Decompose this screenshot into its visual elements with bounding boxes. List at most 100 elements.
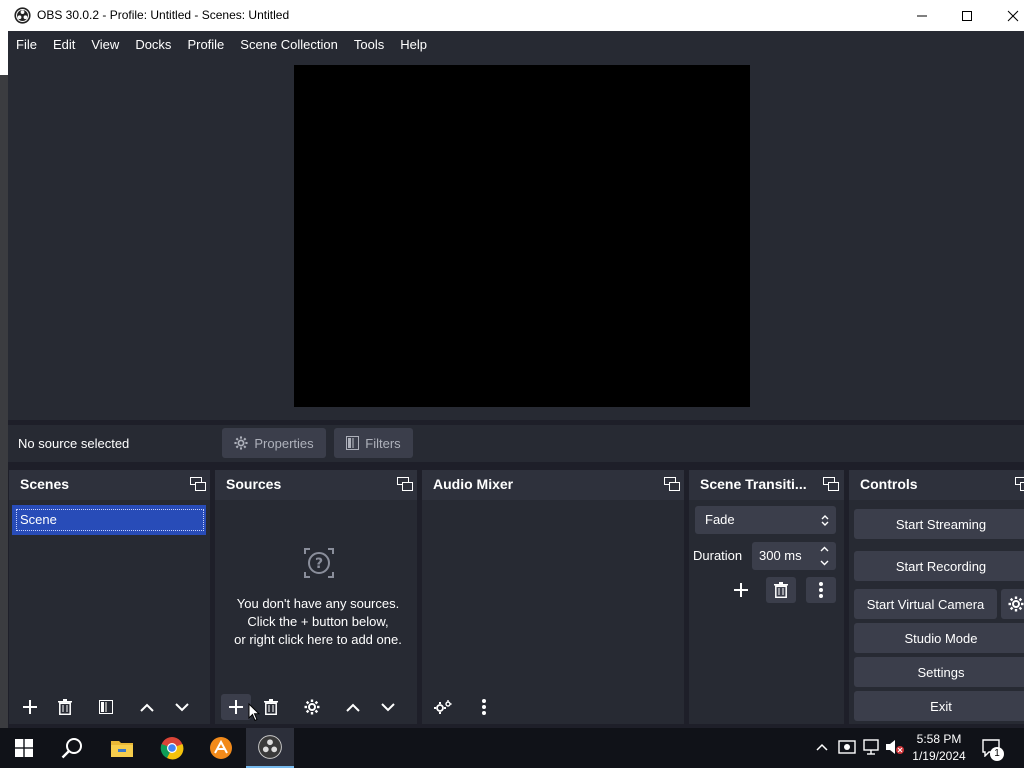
gears-icon bbox=[434, 700, 452, 714]
preview-canvas[interactable] bbox=[294, 65, 750, 407]
undock-icon[interactable] bbox=[397, 477, 413, 491]
minimize-button[interactable] bbox=[899, 0, 945, 31]
system-clock[interactable]: 5:58 PM 1/19/2024 bbox=[908, 731, 970, 765]
add-source-button[interactable] bbox=[221, 694, 251, 720]
remove-transition-button[interactable] bbox=[766, 577, 796, 603]
spin-arrows-icon[interactable] bbox=[820, 545, 829, 567]
duration-spinbox[interactable]: 300 ms bbox=[752, 542, 836, 570]
trash-icon bbox=[58, 699, 72, 715]
menu-profile[interactable]: Profile bbox=[179, 37, 232, 52]
scene-filters-button[interactable] bbox=[91, 694, 121, 720]
taskbar-vlc-app[interactable] bbox=[197, 728, 245, 768]
svg-text:?: ? bbox=[315, 556, 323, 572]
chrome-icon bbox=[160, 737, 184, 760]
scene-list-item[interactable]: Scene bbox=[12, 505, 206, 535]
security-icon[interactable] bbox=[838, 738, 856, 756]
empty-line-3: or right click here to add one. bbox=[234, 632, 402, 647]
add-scene-button[interactable] bbox=[15, 694, 45, 720]
properties-label: Properties bbox=[254, 435, 314, 451]
gear-icon bbox=[304, 699, 320, 715]
chevron-up-icon[interactable] bbox=[816, 740, 828, 756]
menu-help[interactable]: Help bbox=[392, 37, 435, 52]
transition-select[interactable]: Fade bbox=[695, 506, 836, 534]
trash-icon bbox=[264, 699, 278, 715]
close-icon bbox=[1007, 10, 1019, 21]
menu-edit[interactable]: Edit bbox=[45, 37, 83, 52]
settings-button[interactable]: Settings bbox=[854, 657, 1024, 687]
audio-mixer-dock-title: Audio Mixer bbox=[433, 476, 514, 492]
menu-bar: File Edit View Docks Profile Scene Colle… bbox=[8, 31, 1024, 57]
chevron-down-icon bbox=[175, 702, 189, 711]
source-properties-button[interactable] bbox=[297, 694, 327, 720]
start-recording-button[interactable]: Start Recording bbox=[854, 551, 1024, 581]
start-button[interactable] bbox=[0, 728, 48, 768]
add-transition-button[interactable] bbox=[726, 577, 756, 603]
properties-button[interactable]: Properties bbox=[222, 428, 326, 458]
start-streaming-button[interactable]: Start Streaming bbox=[854, 509, 1024, 539]
advanced-audio-properties-button[interactable] bbox=[428, 694, 458, 720]
move-source-up-button[interactable] bbox=[338, 694, 368, 720]
scenes-dock-title: Scenes bbox=[20, 476, 70, 492]
move-source-down-button[interactable] bbox=[373, 694, 403, 720]
audio-mixer-dock: Audio Mixer bbox=[422, 470, 684, 724]
unknown-source-icon: ? bbox=[304, 548, 334, 578]
menu-file[interactable]: File bbox=[8, 37, 45, 52]
menu-view[interactable]: View bbox=[83, 37, 127, 52]
selected-source-label: No source selected bbox=[18, 436, 130, 451]
gear-icon bbox=[234, 436, 248, 450]
start-virtual-camera-button[interactable]: Start Virtual Camera bbox=[854, 589, 997, 619]
virtual-camera-label: Start Virtual Camera bbox=[866, 596, 985, 612]
taskbar-chrome[interactable] bbox=[148, 728, 196, 768]
audio-mixer-menu-button[interactable] bbox=[469, 694, 499, 720]
network-icon[interactable] bbox=[862, 738, 880, 756]
duration-label: Duration bbox=[693, 548, 743, 563]
trash-icon bbox=[774, 582, 788, 598]
studio-mode-button[interactable]: Studio Mode bbox=[854, 623, 1024, 653]
window-title: OBS 30.0.2 - Profile: Untitled - Scenes:… bbox=[37, 8, 290, 22]
taskbar-obs[interactable] bbox=[246, 728, 294, 768]
move-scene-down-button[interactable] bbox=[167, 694, 197, 720]
filters-button[interactable]: Filters bbox=[334, 428, 413, 458]
filter-icon bbox=[99, 700, 113, 714]
sources-dock-title: Sources bbox=[226, 476, 282, 492]
undock-icon[interactable] bbox=[1015, 477, 1024, 491]
scene-item-label: Scene bbox=[16, 509, 204, 531]
plus-icon bbox=[229, 700, 243, 714]
action-center-button[interactable]: 1 bbox=[978, 736, 1008, 762]
app-orange-icon bbox=[210, 737, 232, 759]
background-window-edge bbox=[0, 31, 8, 728]
menu-tools[interactable]: Tools bbox=[346, 37, 392, 52]
volume-muted-icon[interactable] bbox=[885, 738, 905, 756]
clock-date: 1/19/2024 bbox=[912, 749, 966, 763]
sources-empty-message: You don't have any sources. Click the + … bbox=[214, 595, 422, 649]
move-scene-up-button[interactable] bbox=[132, 694, 162, 720]
undock-icon[interactable] bbox=[823, 477, 839, 491]
transition-properties-button[interactable] bbox=[806, 577, 836, 603]
filter-icon bbox=[346, 436, 360, 450]
clock-time: 5:58 PM bbox=[916, 732, 962, 746]
taskbar-search-button[interactable] bbox=[48, 728, 96, 768]
taskbar-file-explorer[interactable] bbox=[98, 728, 146, 768]
menu-docks[interactable]: Docks bbox=[127, 37, 179, 52]
plus-icon bbox=[23, 700, 37, 714]
maximize-button[interactable] bbox=[944, 0, 990, 31]
undock-icon[interactable] bbox=[664, 477, 680, 491]
remove-source-button[interactable] bbox=[256, 694, 286, 720]
remove-scene-button[interactable] bbox=[50, 694, 80, 720]
menu-scene-collection[interactable]: Scene Collection bbox=[232, 37, 346, 52]
kebab-menu-icon bbox=[482, 699, 486, 715]
close-button[interactable] bbox=[990, 0, 1024, 31]
kebab-menu-icon bbox=[819, 582, 823, 598]
window-title-bar[interactable]: OBS 30.0.2 - Profile: Untitled - Scenes:… bbox=[0, 0, 1024, 31]
updown-arrows-icon bbox=[821, 515, 829, 526]
obs-logo-icon bbox=[258, 735, 282, 759]
notification-count-badge: 1 bbox=[990, 747, 1004, 761]
chevron-down-icon bbox=[381, 702, 395, 711]
empty-line-2: Click the + button below, bbox=[247, 614, 389, 629]
mouse-cursor-icon bbox=[248, 703, 260, 722]
maximize-icon bbox=[962, 10, 972, 21]
exit-button[interactable]: Exit bbox=[854, 691, 1024, 721]
virtual-camera-settings-button[interactable] bbox=[1001, 589, 1024, 619]
undock-icon[interactable] bbox=[190, 477, 206, 491]
chevron-up-icon bbox=[346, 703, 360, 712]
